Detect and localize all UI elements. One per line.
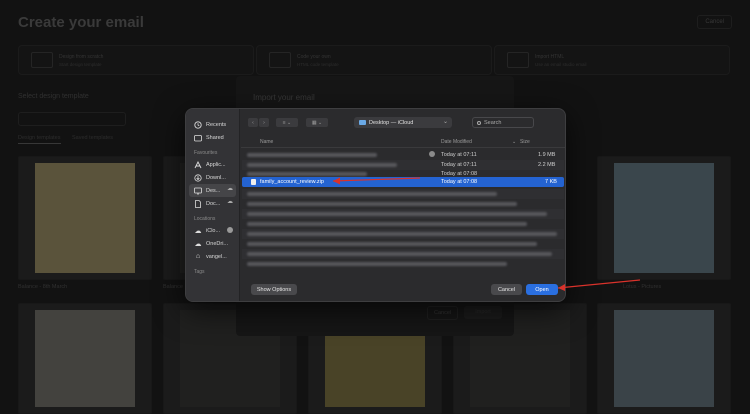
file-row-selected[interactable]: family_account_review.zip Today at 07:08… [242, 177, 564, 187]
chevron-left-icon: ‹ [252, 119, 254, 126]
sidebar-item-onedrive[interactable]: ☁ OneDri... [186, 237, 239, 250]
blurred-filename [247, 232, 557, 236]
file-size: 1.9 MB [538, 152, 556, 158]
blurred-filename [247, 252, 552, 256]
blurred-filename [247, 242, 537, 246]
search-field[interactable]: Search [472, 117, 534, 128]
column-date-modified[interactable]: Date Modified [441, 139, 472, 145]
sidebar-item-label: vangel... [206, 253, 227, 260]
list-view-button[interactable]: ≡ ⌄ [276, 118, 298, 127]
file-size: 2.2 MB [538, 162, 556, 168]
file-size: 7 KB [545, 179, 557, 185]
cloud-icon [429, 151, 435, 157]
cloud-icon: ☁ [227, 186, 233, 192]
back-button[interactable]: ‹ [248, 118, 258, 127]
sidebar-item-label: Recents [206, 121, 227, 128]
downloads-icon [194, 173, 202, 182]
cloud-icon: ☁ [227, 199, 233, 205]
open-button[interactable]: Open [526, 284, 558, 295]
favourites-heading: Favourites [194, 150, 218, 156]
tags-heading: Tags [194, 269, 205, 275]
blurred-filename [247, 212, 547, 216]
blurred-filename [247, 222, 527, 226]
sidebar-item-shared[interactable]: Shared [186, 131, 239, 144]
folder-icon [359, 120, 366, 125]
sidebar-item-label: Des... [206, 187, 221, 194]
file-open-dialog: Recents Shared Favourites Applic... Down… [185, 108, 566, 302]
desktop-icon [194, 187, 202, 195]
file-date: Today at 07:08 [441, 179, 478, 185]
dialog-sidebar: Recents Shared Favourites Applic... Down… [186, 109, 240, 301]
progress-icon [227, 227, 233, 233]
location-dropdown[interactable]: Desktop — iCloud ⌄ [354, 117, 452, 128]
applications-icon [194, 160, 202, 169]
sidebar-item-desktop[interactable]: Des... ☁ [189, 184, 236, 197]
sidebar-item-recents[interactable]: Recents [186, 118, 239, 131]
home-icon: ⌂ [195, 253, 201, 260]
blurred-filename [247, 202, 517, 206]
sort-chevron-icon: ⌄ [512, 139, 517, 145]
file-name: family_account_review.zip [260, 179, 324, 185]
file-date: Today at 07:11 [441, 152, 477, 158]
file-row[interactable] [242, 189, 564, 199]
sidebar-item-label: Shared [206, 134, 224, 141]
file-row[interactable] [242, 199, 564, 209]
sidebar-item-label: Doc... [206, 200, 221, 207]
dialog-toolbar: ‹ › ≡ ⌄ ▦ ⌄ Desktop — iCloud ⌄ Search [241, 109, 565, 135]
search-icon [477, 120, 481, 125]
file-row[interactable]: Today at 07:11 1.9 MB [242, 150, 564, 160]
grid-icon: ▦ ⌄ [311, 119, 323, 126]
forward-button[interactable]: › [259, 118, 269, 127]
cancel-button[interactable]: Cancel [491, 284, 522, 295]
column-size[interactable]: Size [520, 139, 530, 145]
file-row[interactable] [242, 239, 564, 249]
sidebar-item-label: iClo... [206, 227, 221, 234]
file-row[interactable] [242, 249, 564, 259]
grid-view-button[interactable]: ▦ ⌄ [306, 118, 328, 127]
file-list-header: Name Date Modified ⌄ Size [241, 137, 565, 148]
blurred-filename [247, 262, 507, 266]
file-row[interactable] [242, 259, 564, 269]
sidebar-item-downloads[interactable]: Downl... [186, 171, 239, 184]
file-date: Today at 07:11 [441, 162, 477, 168]
sidebar-item-documents[interactable]: Doc... ☁ [186, 197, 239, 210]
zip-file-icon [251, 179, 256, 185]
locations-heading: Locations [194, 216, 216, 222]
sidebar-item-label: Applic... [206, 161, 226, 168]
shared-folder-icon [194, 134, 202, 142]
sidebar-item-home[interactable]: ⌂ vangel... [186, 250, 239, 263]
sidebar-item-label: OneDri... [206, 240, 229, 247]
clock-icon [194, 120, 202, 129]
blurred-filename [247, 192, 497, 196]
cloud-icon: ☁ [194, 240, 202, 248]
list-icon: ≡ ⌄ [282, 119, 292, 126]
sidebar-item-applications[interactable]: Applic... [186, 158, 239, 171]
file-row[interactable] [242, 219, 564, 229]
file-row[interactable] [242, 209, 564, 219]
sidebar-item-label: Downl... [206, 174, 226, 181]
chevron-updown-icon: ⌄ [442, 119, 448, 125]
blurred-filename [247, 153, 377, 157]
file-row[interactable] [242, 229, 564, 239]
show-options-button[interactable]: Show Options [251, 284, 297, 295]
cloud-icon: ☁ [194, 227, 202, 235]
column-name[interactable]: Name [260, 139, 273, 145]
sidebar-item-icloud[interactable]: ☁ iClo... [186, 224, 239, 237]
blurred-filename [247, 172, 367, 176]
document-icon [194, 199, 202, 208]
location-label: Desktop — iCloud [369, 119, 414, 126]
search-placeholder: Search [484, 119, 502, 126]
blurred-filename [247, 163, 397, 167]
chevron-right-icon: › [263, 119, 265, 126]
